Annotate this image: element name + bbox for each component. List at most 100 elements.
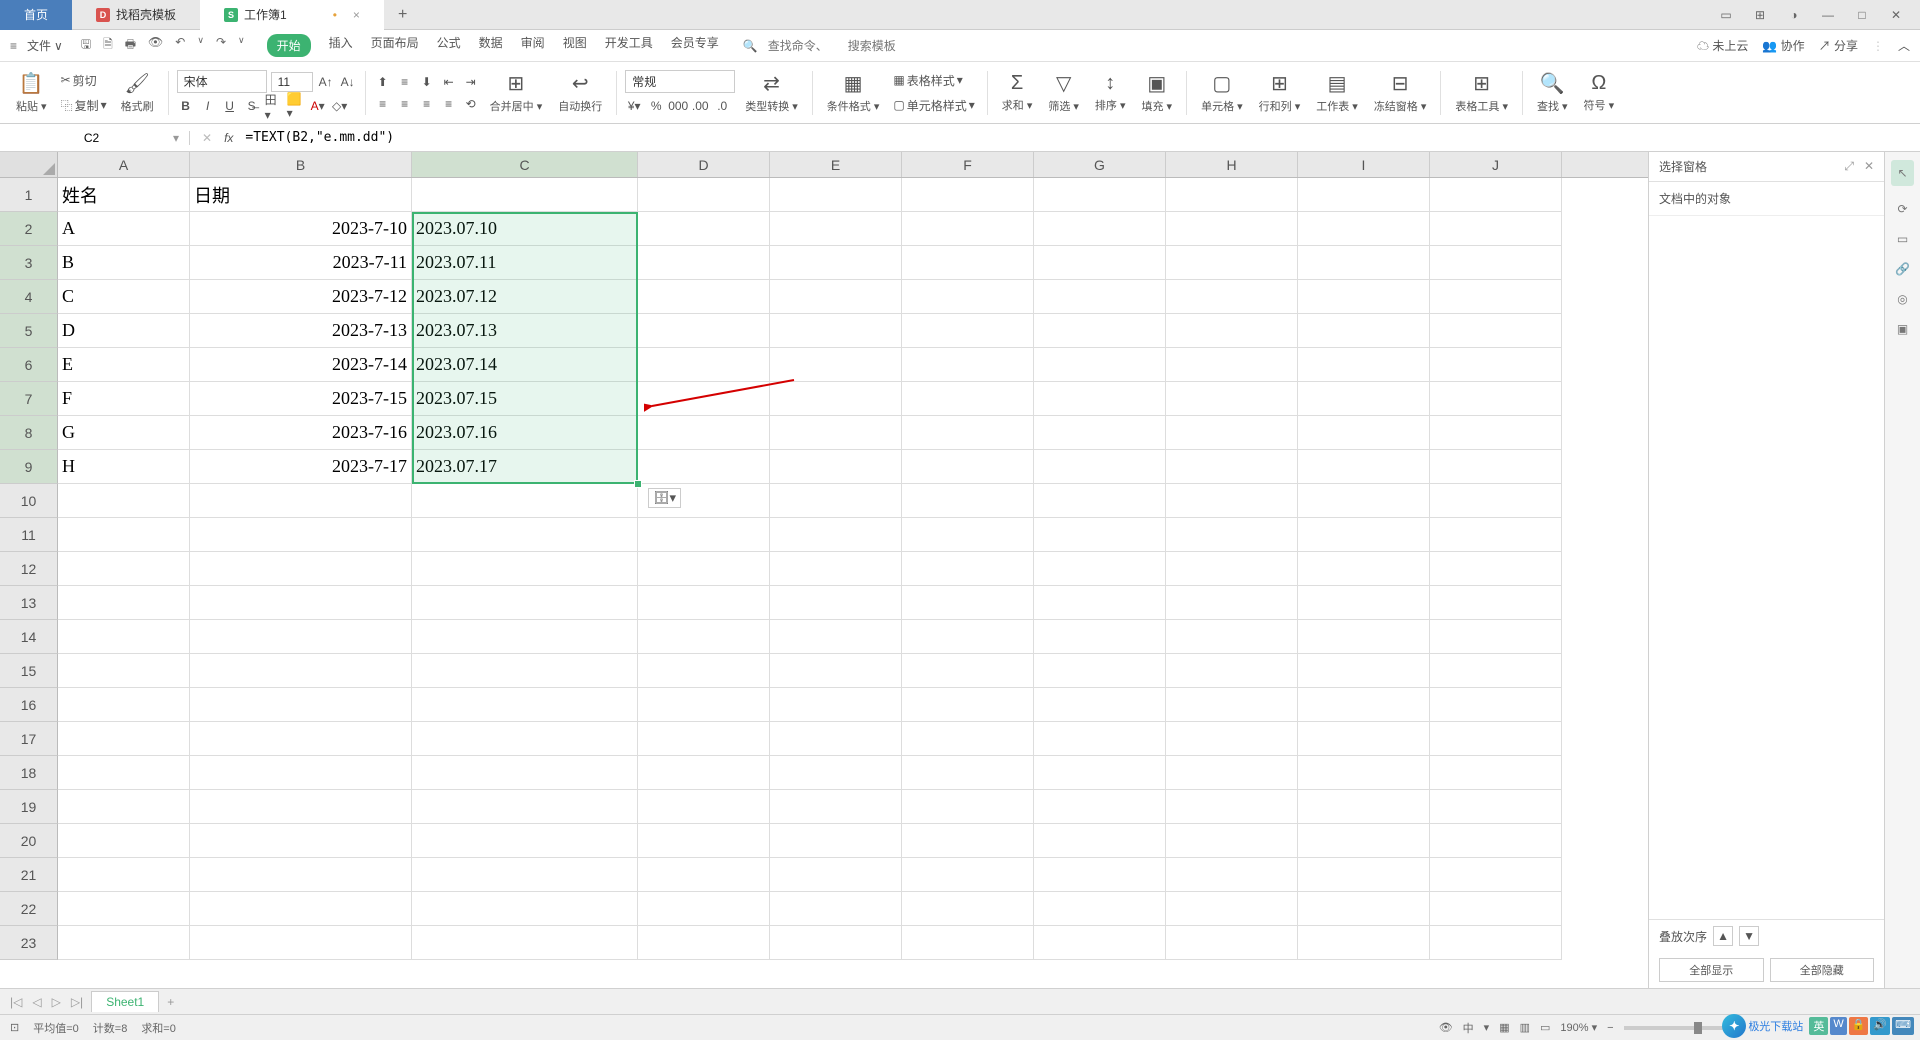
cell-G7[interactable] [1034,382,1166,416]
cell-E8[interactable] [770,416,902,450]
fill-color-icon[interactable]: 🟨▾ [287,97,305,115]
more-tool-icon[interactable]: ▣ [1897,322,1908,336]
row-header-3[interactable]: 3 [0,246,58,280]
cell-H20[interactable] [1166,824,1298,858]
attach-tool-icon[interactable]: 🔗 [1895,262,1910,276]
cell-J3[interactable] [1430,246,1562,280]
preview-icon[interactable]: 👁 [148,35,163,56]
cell-A22[interactable] [58,892,190,926]
close-pane-icon[interactable]: ✕ [1864,159,1874,174]
select-tool-icon[interactable]: ↖ [1891,160,1913,186]
cell-B4[interactable]: 2023-7-12 [190,280,412,314]
cell-C4[interactable]: 2023.07.12 [412,280,638,314]
row-header-11[interactable]: 11 [0,518,58,552]
print-icon[interactable]: 🖶 [125,35,136,56]
cell-F21[interactable] [902,858,1034,892]
cell-G3[interactable] [1034,246,1166,280]
cell-C21[interactable] [412,858,638,892]
cell-A9[interactable]: H [58,450,190,484]
cell-D5[interactable] [638,314,770,348]
row-header-2[interactable]: 2 [0,212,58,246]
cell-A14[interactable] [58,620,190,654]
cell-B15[interactable] [190,654,412,688]
add-sheet-icon[interactable]: + [167,995,174,1009]
col-header-I[interactable]: I [1298,152,1430,177]
last-sheet-icon[interactable]: ▷| [71,995,83,1009]
cell-E9[interactable] [770,450,902,484]
cell-G17[interactable] [1034,722,1166,756]
cut-button[interactable]: ✂ 剪切 [57,70,111,91]
cell-B3[interactable]: 2023-7-11 [190,246,412,280]
cell-C7[interactable]: 2023.07.15 [412,382,638,416]
row-header-20[interactable]: 20 [0,824,58,858]
font-color-icon[interactable]: A▾ [309,97,327,115]
cell-G6[interactable] [1034,348,1166,382]
cell-J18[interactable] [1430,756,1562,790]
cell-F13[interactable] [902,586,1034,620]
cell-E12[interactable] [770,552,902,586]
cell-B13[interactable] [190,586,412,620]
cell-A10[interactable] [58,484,190,518]
cell-H2[interactable] [1166,212,1298,246]
autofill-options-icon[interactable]: 🗄▾ [648,488,681,508]
cell-E18[interactable] [770,756,902,790]
share-button[interactable]: ↗ 分享 [1819,37,1858,54]
comma-icon[interactable]: 000 [669,97,687,115]
cell-J15[interactable] [1430,654,1562,688]
cell-C18[interactable] [412,756,638,790]
cell-E17[interactable] [770,722,902,756]
hide-all-button[interactable]: 全部隐藏 [1770,958,1875,982]
cell-G14[interactable] [1034,620,1166,654]
cell-J6[interactable] [1430,348,1562,382]
cell-D4[interactable] [638,280,770,314]
menutab-data[interactable]: 数据 [479,34,503,57]
col-header-F[interactable]: F [902,152,1034,177]
format-painter-button[interactable]: 🖌 格式刷 [115,62,160,123]
align-center-icon[interactable]: ≡ [396,95,414,113]
cell-J7[interactable] [1430,382,1562,416]
cell-A16[interactable] [58,688,190,722]
orientation-icon[interactable]: ⟲ [462,95,480,113]
menutab-formula[interactable]: 公式 [437,34,461,57]
cell-B17[interactable] [190,722,412,756]
cell-H19[interactable] [1166,790,1298,824]
cell-H9[interactable] [1166,450,1298,484]
cell-D7[interactable] [638,382,770,416]
name-box[interactable]: ▾ [0,131,190,145]
menutab-member[interactable]: 会员专享 [671,34,719,57]
cell-D18[interactable] [638,756,770,790]
cell-I23[interactable] [1298,926,1430,960]
cell-A5[interactable]: D [58,314,190,348]
row-header-4[interactable]: 4 [0,280,58,314]
cell-E2[interactable] [770,212,902,246]
cell-E21[interactable] [770,858,902,892]
menutab-pagelayout[interactable]: 页面布局 [371,34,419,57]
freeze-button[interactable]: ⊟冻结窗格 ▾ [1368,62,1433,123]
cell-F16[interactable] [902,688,1034,722]
cell-B16[interactable] [190,688,412,722]
col-header-C[interactable]: C [412,152,638,177]
cell-G19[interactable] [1034,790,1166,824]
cell-J2[interactable] [1430,212,1562,246]
row-header-14[interactable]: 14 [0,620,58,654]
cell-F8[interactable] [902,416,1034,450]
symbol-button[interactable]: Ω符号 ▾ [1578,62,1621,123]
increase-font-icon[interactable]: A↑ [317,73,335,91]
cell-J1[interactable] [1430,178,1562,212]
col-header-J[interactable]: J [1430,152,1562,177]
row-header-6[interactable]: 6 [0,348,58,382]
cell-G20[interactable] [1034,824,1166,858]
cell-I12[interactable] [1298,552,1430,586]
cell-A13[interactable] [58,586,190,620]
cell-A20[interactable] [58,824,190,858]
currency-icon[interactable]: ¥▾ [625,97,643,115]
cell-H10[interactable] [1166,484,1298,518]
cell-F11[interactable] [902,518,1034,552]
menutab-start[interactable]: 开始 [267,34,311,57]
align-left-icon[interactable]: ≡ [374,95,392,113]
tab-add-button[interactable]: + [384,6,421,24]
cell-H18[interactable] [1166,756,1298,790]
col-header-B[interactable]: B [190,152,412,177]
cell-F2[interactable] [902,212,1034,246]
tab-home[interactable]: 首页 [0,0,72,30]
